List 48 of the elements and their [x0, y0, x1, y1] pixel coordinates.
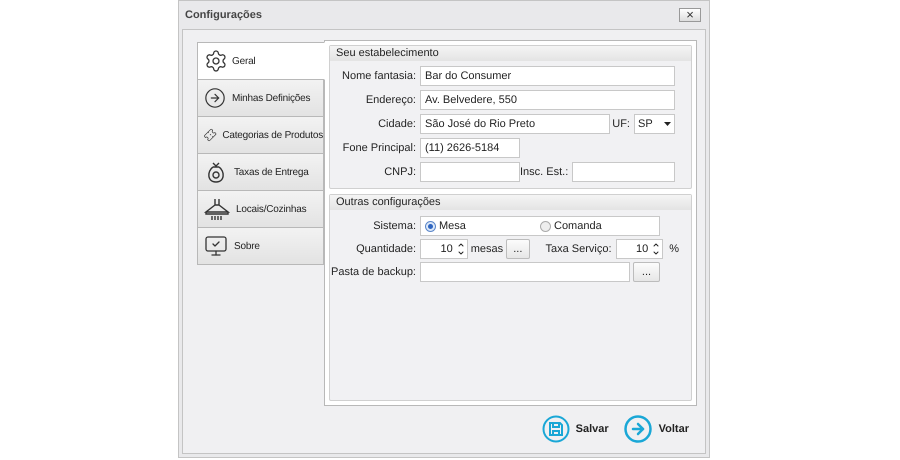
- radio-option[interactable]: Comanda: [540, 218, 602, 234]
- field-label: Fone Principal:: [342, 140, 417, 156]
- field-label: Sistema:: [372, 218, 417, 234]
- field-label: CNPJ:: [383, 164, 417, 180]
- text-field[interactable]: Av. Belvedere, 550: [420, 90, 675, 110]
- arrow-right-circle-icon: [204, 87, 226, 109]
- radio-option[interactable]: Mesa: [425, 218, 540, 234]
- unit-label: mesas: [470, 242, 504, 257]
- text-field[interactable]: Bar do Consumer: [420, 66, 675, 86]
- radio-button[interactable]: [425, 220, 436, 232]
- state-dropdown[interactable]: SP: [634, 114, 675, 134]
- group-title: Seu estabelecimento: [330, 46, 691, 61]
- number-spinner[interactable]: 10: [616, 239, 664, 259]
- field-label: Taxa Serviço:: [544, 242, 613, 257]
- text-field[interactable]: São José do Rio Preto: [420, 114, 610, 134]
- close-button[interactable]: ×: [679, 8, 701, 22]
- field-label: Cidade:: [377, 116, 417, 132]
- text-field[interactable]: [420, 262, 630, 282]
- window-title: Configurações: [185, 8, 262, 23]
- floppy-disk-icon: [542, 415, 570, 443]
- field-label: UF:: [611, 116, 631, 132]
- sidebar-tab[interactable]: Sobre: [197, 227, 324, 265]
- save-button[interactable]: Salvar: [542, 415, 609, 443]
- text-field[interactable]: (11) 2626-5184: [420, 138, 520, 158]
- arrow-right-circle-icon: [622, 414, 653, 444]
- field-label: Nome fantasia:: [341, 68, 417, 84]
- browse-button[interactable]: ...: [506, 239, 530, 259]
- sidebar-tab[interactable]: Minhas Definições: [197, 79, 324, 117]
- radio-button[interactable]: [540, 220, 551, 232]
- number-spinner[interactable]: 10: [420, 239, 468, 259]
- sidebar-tab[interactable]: Categorias de Produtos: [197, 116, 324, 154]
- monitor-check-icon: [204, 234, 228, 258]
- sidebar-tab[interactable]: Locais/Cozinhas: [197, 190, 324, 228]
- sidebar-tab[interactable]: Geral: [197, 42, 325, 80]
- range-hood-icon: [204, 197, 230, 221]
- unit-label: %: [668, 242, 680, 257]
- sidebar-tab[interactable]: Taxas de Entrega: [197, 153, 324, 191]
- text-field[interactable]: [420, 162, 520, 182]
- field-label: Quantidade:: [355, 242, 417, 257]
- text-field[interactable]: [572, 162, 675, 182]
- dropdown-caret-icon: [664, 122, 671, 126]
- field-label: Endereço:: [364, 92, 417, 108]
- field-label: Insc. Est.:: [520, 164, 570, 180]
- field-label: Pasta de backup:: [330, 264, 417, 280]
- browse-button[interactable]: ...: [633, 262, 660, 282]
- group-title: Outras configurações: [330, 195, 691, 210]
- settings-icon: [204, 49, 228, 73]
- back-button[interactable]: Voltar: [622, 414, 689, 444]
